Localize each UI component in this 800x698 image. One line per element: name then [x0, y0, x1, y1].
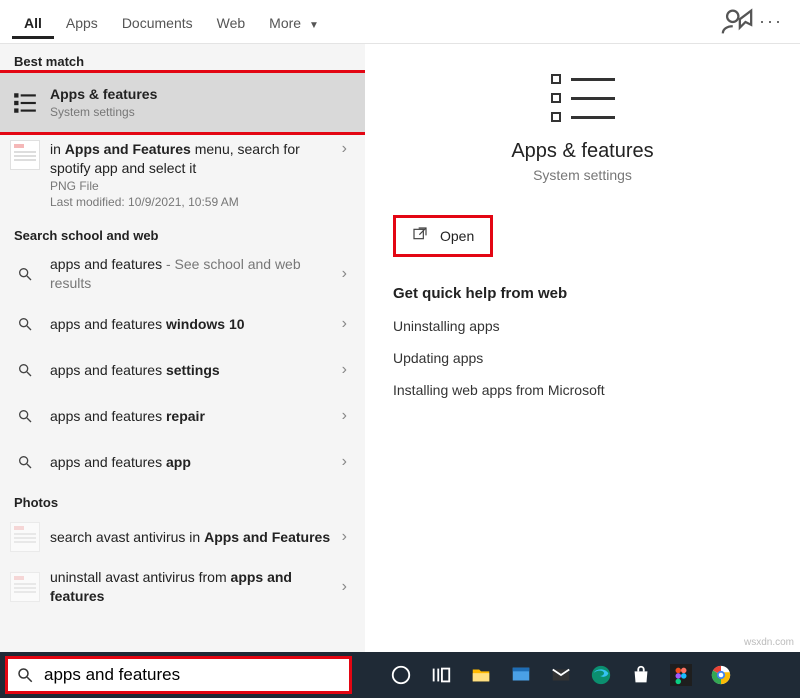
chevron-right-icon[interactable]: ›	[336, 315, 353, 333]
chevron-right-icon[interactable]: ›	[336, 361, 353, 379]
tab-documents[interactable]: Documents	[110, 5, 205, 39]
search-icon	[10, 401, 40, 431]
taskbar-mail-icon[interactable]	[541, 655, 581, 695]
help-header: Get quick help from web	[393, 285, 772, 302]
image-thumbnail-icon	[10, 572, 40, 602]
web-result-2[interactable]: apps and features settings ›	[0, 347, 365, 393]
web-result-label: apps and features windows 10	[50, 315, 336, 334]
chevron-right-icon[interactable]: ›	[336, 578, 353, 596]
search-filter-tabs: All Apps Documents Web More ▼ ···	[0, 0, 800, 44]
png-thumbnail-icon	[10, 140, 40, 170]
taskbar-edge-icon[interactable]	[581, 655, 621, 695]
web-result-1[interactable]: apps and features windows 10 ›	[0, 301, 365, 347]
help-link-updating[interactable]: Updating apps	[393, 350, 772, 366]
png-last-modified: Last modified: 10/9/2021, 10:59 AM	[50, 194, 336, 210]
web-result-3[interactable]: apps and features repair ›	[0, 393, 365, 439]
png-file-type: PNG File	[50, 178, 336, 194]
search-icon	[10, 447, 40, 477]
search-icon	[10, 259, 40, 289]
web-result-label: apps and features app	[50, 453, 336, 472]
search-icon	[10, 355, 40, 385]
tab-apps[interactable]: Apps	[54, 5, 110, 39]
chevron-right-icon[interactable]: ›	[336, 140, 353, 158]
apps-features-icon	[10, 88, 40, 118]
best-match-apps-features[interactable]: Apps & features System settings	[0, 73, 365, 132]
more-options-icon[interactable]: ···	[754, 5, 788, 39]
image-thumbnail-icon	[10, 522, 40, 552]
watermark: wsxdn.com	[744, 637, 794, 648]
section-school-web: Search school and web	[0, 218, 365, 247]
results-pane: Best match Apps & features System settin…	[0, 44, 365, 652]
best-match-subtitle: System settings	[50, 104, 353, 120]
section-photos: Photos	[0, 485, 365, 514]
preview-title: Apps & features	[511, 140, 653, 163]
web-result-0[interactable]: apps and features - See school and web r…	[0, 247, 365, 301]
tab-more-label: More	[269, 15, 301, 31]
chevron-right-icon[interactable]: ›	[336, 265, 353, 283]
feedback-icon[interactable]	[720, 5, 754, 39]
web-result-label: apps and features settings	[50, 361, 336, 380]
web-result-4[interactable]: apps and features app ›	[0, 439, 365, 485]
preview-subtitle: System settings	[533, 167, 632, 183]
taskbar	[0, 652, 800, 698]
section-best-match: Best match	[0, 44, 365, 73]
search-icon	[16, 666, 34, 684]
taskbar-search-input[interactable]	[42, 664, 341, 686]
tab-all[interactable]: All	[12, 5, 54, 39]
web-result-label: apps and features repair	[50, 407, 336, 426]
chevron-down-icon: ▼	[309, 20, 319, 31]
open-external-icon	[412, 226, 428, 246]
taskbar-taskview-icon[interactable]	[421, 655, 461, 695]
taskbar-figma-icon[interactable]	[661, 655, 701, 695]
photo-result-label: search avast antivirus in Apps and Featu…	[50, 528, 336, 547]
tab-web[interactable]: Web	[205, 5, 258, 39]
help-link-uninstalling[interactable]: Uninstalling apps	[393, 318, 772, 334]
taskbar-app-icon[interactable]	[501, 655, 541, 695]
taskbar-store-icon[interactable]	[621, 655, 661, 695]
taskbar-chrome-icon[interactable]	[701, 655, 741, 695]
chevron-right-icon[interactable]: ›	[336, 453, 353, 471]
photo-result-1[interactable]: uninstall avast antivirus from apps and …	[0, 560, 365, 614]
chevron-right-icon[interactable]: ›	[336, 528, 353, 546]
open-button[interactable]: Open	[393, 215, 493, 257]
best-match-title: Apps & features	[50, 85, 353, 104]
web-result-label: apps and features - See school and web r…	[50, 255, 336, 293]
result-png-file[interactable]: in Apps and Features menu, search for sp…	[0, 132, 365, 218]
taskbar-cortana-icon[interactable]	[381, 655, 421, 695]
taskbar-search-box[interactable]	[6, 657, 351, 693]
photo-result-label: uninstall avast antivirus from apps and …	[50, 568, 336, 606]
apps-features-large-icon	[551, 74, 615, 122]
taskbar-file-explorer-icon[interactable]	[461, 655, 501, 695]
chevron-right-icon[interactable]: ›	[336, 407, 353, 425]
open-label: Open	[440, 228, 474, 244]
photo-result-0[interactable]: search avast antivirus in Apps and Featu…	[0, 514, 365, 560]
help-link-installing-web[interactable]: Installing web apps from Microsoft	[393, 382, 772, 398]
png-title: in Apps and Features menu, search for sp…	[50, 140, 336, 178]
search-icon	[10, 309, 40, 339]
preview-pane: Apps & features System settings Open Get…	[365, 44, 800, 652]
tab-more[interactable]: More ▼	[257, 5, 331, 39]
